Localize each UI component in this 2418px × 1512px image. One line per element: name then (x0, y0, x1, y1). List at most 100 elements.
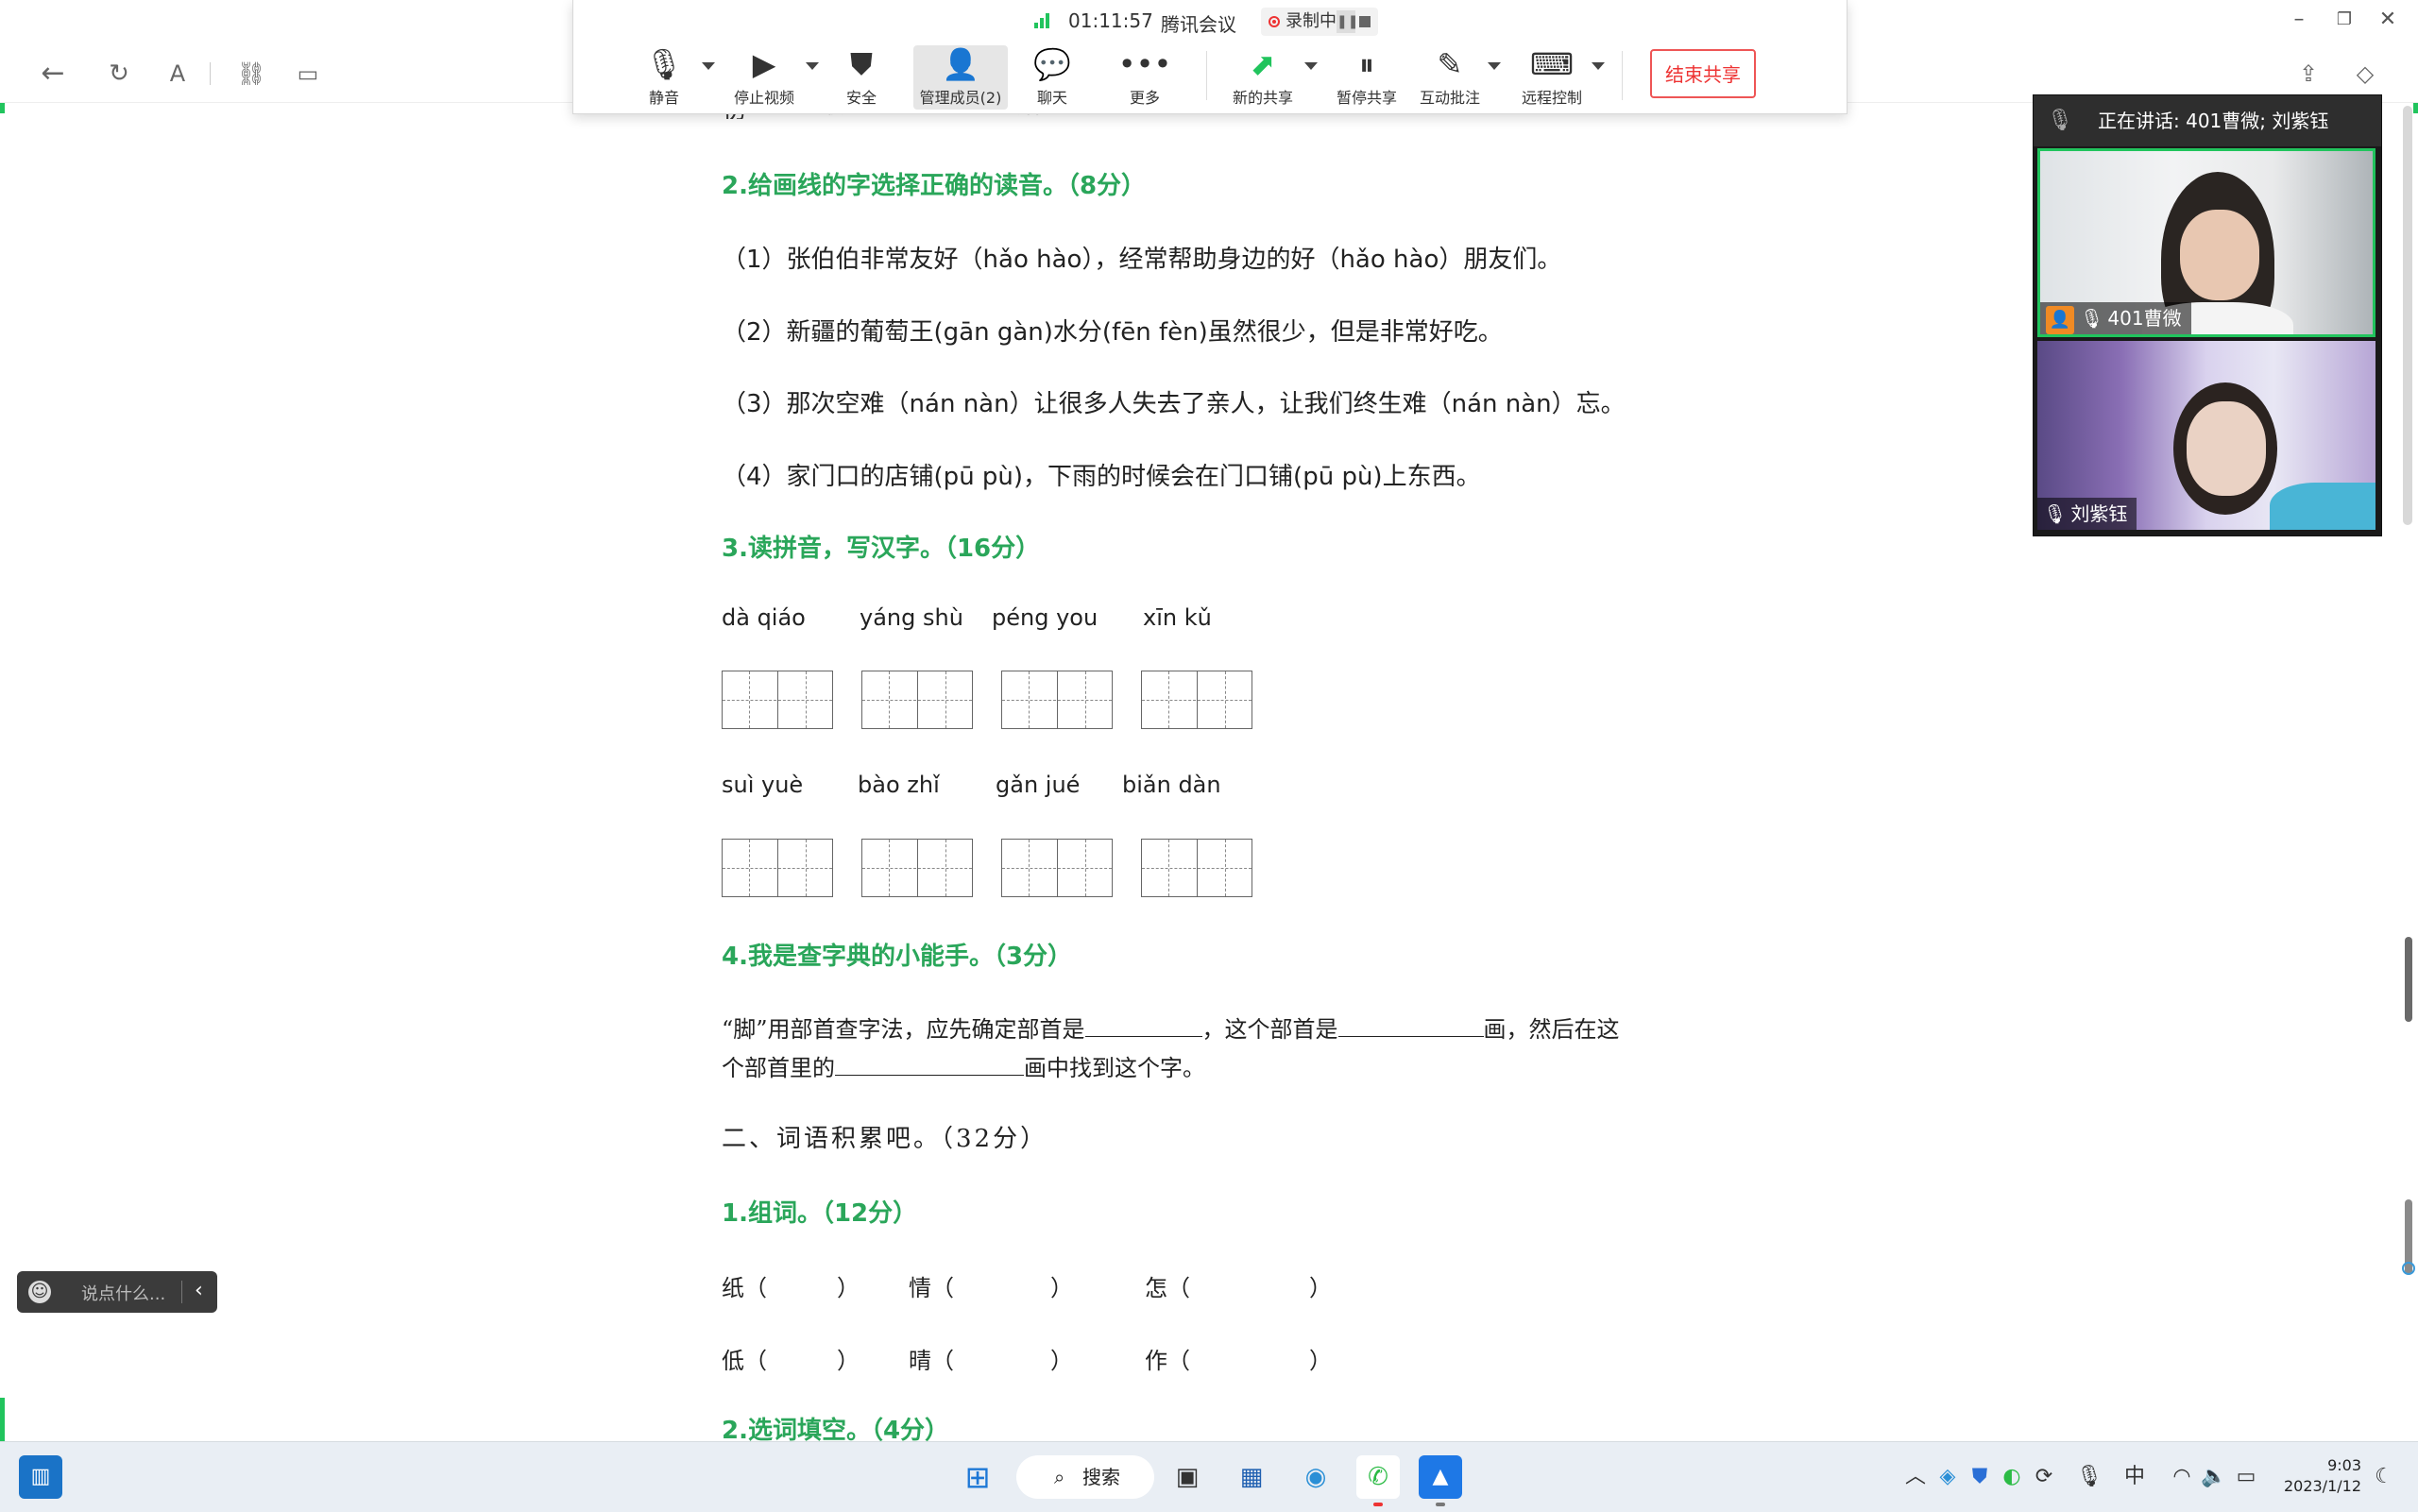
windows-start-icon[interactable]: ⊞ (956, 1455, 999, 1499)
store-icon[interactable]: ▦ (1230, 1455, 1273, 1499)
ime-indicator[interactable]: 中 (2121, 1463, 2148, 1491)
pinyin-3: péng you (992, 604, 1098, 631)
more-button[interactable]: ••• 更多 (1114, 45, 1176, 110)
tray-update-icon[interactable]: ◐ (1999, 1463, 2025, 1491)
tray-security-icon[interactable]: ⛊ (1967, 1463, 1993, 1491)
pinyin-1: dà qiáo (722, 604, 806, 631)
tray-app-icon[interactable]: ◈ (1934, 1463, 1961, 1491)
pinyin-8: biǎn dàn (1122, 772, 1221, 798)
emoji-icon[interactable]: ☺ (28, 1281, 51, 1303)
tray-microphone-icon[interactable]: 🎙 (2076, 1463, 2103, 1491)
browser-icon[interactable]: ◉ (1294, 1455, 1337, 1499)
tianzige-box[interactable] (1141, 839, 1252, 897)
mute-options-chevron-icon[interactable] (702, 62, 715, 70)
word-item: 晴（ (909, 1348, 954, 1374)
tray-overflow-chevron-icon[interactable]: ︿ (1904, 1463, 1927, 1491)
new-share-label: 新的共享 (1232, 89, 1293, 107)
scroll-handle-knob[interactable] (2402, 1262, 2415, 1275)
answer-blank[interactable] (1084, 1013, 1202, 1037)
link-icon[interactable]: ⛓ (232, 55, 270, 93)
manage-members-label: 管理成员(2) (919, 89, 1002, 107)
remote-control-button[interactable]: ⌨ 远程控制 (1514, 45, 1590, 110)
new-share-button[interactable]: ⬈ 新的共享 (1225, 45, 1301, 110)
tencent-meeting-icon[interactable]: ▲ (1419, 1455, 1462, 1499)
video-tile-participant-2[interactable]: 🎙 刘紫钰 (2037, 341, 2375, 530)
annotate-options-chevron-icon[interactable] (1488, 62, 1501, 70)
restore-icon[interactable]: ❐ (2325, 6, 2363, 34)
video-panel-scrollbar[interactable] (2403, 106, 2412, 525)
microphone-icon: 🎙 (2047, 109, 2073, 132)
layout-icon[interactable]: ▭ (289, 55, 327, 93)
stop-video-button[interactable]: ▶ 停止视频 (726, 45, 802, 110)
security-button[interactable]: ⛊ 安全 (830, 45, 893, 110)
taskbar-clock[interactable]: 9:03 2023/1/12 (2271, 1455, 2361, 1497)
section-2-title: 2.给画线的字选择正确的读音。（8分） (722, 172, 1147, 200)
word-item-close: ） (1309, 1275, 1332, 1301)
question-text: 画中找到这个字。 (1024, 1055, 1205, 1081)
pinyin-7: gǎn jué (996, 772, 1081, 798)
chat-button[interactable]: 💬 聊天 (1021, 45, 1083, 110)
refresh-icon[interactable]: ↻ (100, 55, 138, 93)
collapse-chevron-icon[interactable]: ‹ (195, 1279, 203, 1302)
tianzige-box[interactable] (861, 839, 973, 897)
chat-quick-input[interactable]: ☺ 说点什么... ‹ (17, 1271, 217, 1313)
video-camera-icon: ▶ (752, 46, 776, 82)
question-text: ，这个部首是 (1201, 1016, 1338, 1043)
share-out-icon[interactable]: ⇪ (2290, 55, 2327, 93)
battery-icon[interactable]: ▭ (2233, 1463, 2259, 1491)
pause-share-label: 暂停共享 (1336, 89, 1397, 107)
answer-blank[interactable] (835, 1052, 1024, 1076)
page-scrollbar-thumb[interactable] (2405, 937, 2412, 1022)
video-options-chevron-icon[interactable] (806, 62, 819, 70)
meeting-app-name: 腾讯会议 (1161, 13, 1236, 36)
meeting-status-bar: 01:11:57 腾讯会议 录制中 ❚❚ (573, 6, 1847, 38)
clock-time: 9:03 (2327, 1456, 2361, 1474)
volume-icon[interactable]: 🔈 (2201, 1463, 2227, 1491)
chat-bubble-icon: 💬 (1033, 46, 1071, 82)
wechat-icon[interactable]: ✆ (1356, 1455, 1400, 1499)
word-item: 低（ (722, 1348, 767, 1374)
wifi-icon[interactable]: ◠ (2169, 1463, 2195, 1491)
dictionary-question-line-2: 个部首里的 画中找到这个字。 (722, 1049, 1205, 1082)
text-format-icon[interactable]: A (159, 55, 196, 93)
mute-button[interactable]: 🎙 静音 (634, 45, 694, 110)
minimize-icon[interactable]: – (2280, 6, 2318, 34)
answer-blank[interactable] (1337, 1013, 1484, 1037)
tianzige-box[interactable] (1001, 671, 1113, 729)
tianzige-box[interactable] (861, 671, 973, 729)
share-options-chevron-icon[interactable] (1304, 62, 1318, 70)
tianzige-box[interactable] (1141, 671, 1252, 729)
microphone-icon: 🎙 (644, 46, 684, 82)
word-item: 怎（ (1145, 1275, 1190, 1301)
pause-recording-icon[interactable]: ❚❚ (1337, 10, 1358, 33)
manage-members-button[interactable]: 👤 管理成员(2) (913, 45, 1008, 110)
meeting-toolbar: 01:11:57 腾讯会议 录制中 ❚❚ 🎙 静音 ▶ 停止视频 ⛊ 安全 👤 … (572, 0, 1848, 114)
tianzige-box[interactable] (722, 839, 833, 897)
back-arrow-icon[interactable]: ← (34, 55, 72, 93)
remote-options-chevron-icon[interactable] (1592, 62, 1605, 70)
widgets-icon[interactable]: ▥ (19, 1455, 62, 1499)
close-icon[interactable]: ✕ (2369, 6, 2407, 34)
question-2-2: （2）新疆的葡萄王(gān gàn)水分(fēn fèn)虽然很少，但是非常好吃… (722, 318, 1503, 347)
tray-sync-icon[interactable]: ⟳ (2031, 1463, 2057, 1491)
task-view-icon[interactable]: ▣ (1166, 1455, 1209, 1499)
cube-icon[interactable]: ◇ (2346, 55, 2384, 93)
share-screen-icon: ⬈ (1250, 46, 1276, 82)
annotate-button[interactable]: ✎ 互动批注 (1412, 45, 1488, 110)
clock-date: 2023/1/12 (2283, 1477, 2361, 1495)
recording-indicator: 录制中 ❚❚ (1261, 8, 1378, 36)
part-2-section-1-title: 1.组词。（12分） (722, 1199, 918, 1228)
word-item-close: ） (1050, 1275, 1073, 1301)
end-share-button[interactable]: 结束共享 (1650, 49, 1756, 98)
notification-icon[interactable]: ☾ (2371, 1463, 2397, 1491)
pinyin-6: bào zhǐ (858, 772, 940, 798)
speaking-bar: 🎙 正在讲话: 401曹微; 刘紫钰 (2034, 95, 2381, 146)
dictionary-question-line-1: “脚”用部首查字法，应先确定部首是 ，这个部首是 画，然后在这 (722, 1011, 1620, 1044)
stop-recording-icon[interactable] (1359, 16, 1371, 27)
pause-share-button[interactable]: ⏸ 暂停共享 (1329, 45, 1405, 110)
tianzige-box[interactable] (1001, 839, 1113, 897)
tianzige-box[interactable] (722, 671, 833, 729)
video-tile-participant-1[interactable]: 👤 🎙 401曹微 (2037, 148, 2375, 337)
microphone-icon: 🎙 (2080, 307, 2104, 330)
taskbar-search[interactable]: ⌕ 搜索 (1016, 1455, 1154, 1499)
